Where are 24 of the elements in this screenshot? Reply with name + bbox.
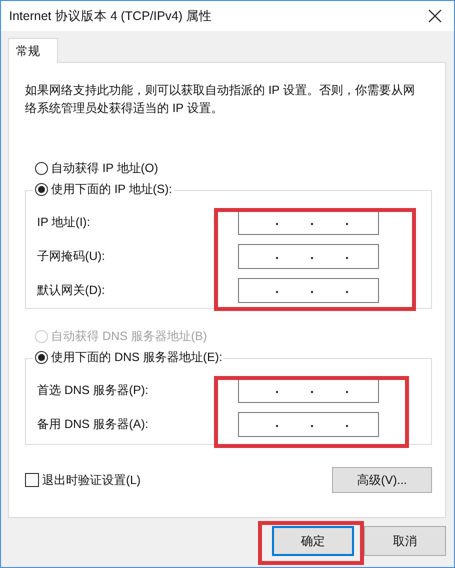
tab[interactable]: 常规 (8, 38, 58, 63)
field-label: 默认网关(D): (37, 282, 106, 298)
radio-label: 自动获得 IP 地址(O) (51, 160, 158, 176)
radio-button[interactable] (35, 182, 48, 196)
close-icon[interactable] (428, 9, 442, 23)
ip-address-field[interactable] (238, 278, 379, 302)
window-title: Internet 协议版本 4 (TCP/IPv4) 属性 (9, 8, 212, 24)
radio-label: 使用下面的 DNS 服务器地址(E): (51, 348, 222, 366)
radio-label: 使用下面的 IP 地址(S): (51, 180, 172, 198)
field-label: 首选 DNS 服务器(P): (37, 382, 150, 398)
radio-label: 自动获得 DNS 服务器地址(B) (51, 328, 207, 344)
field-label: 备用 DNS 服务器(A): (37, 416, 150, 432)
field-label: 子网掩码(U): (37, 248, 106, 264)
field-label: IP 地址(I): (37, 214, 92, 230)
dialog-button[interactable]: 取消 (364, 526, 446, 556)
ip-address-field[interactable] (238, 244, 379, 268)
description-text: 如果网络支持此功能，则可以获取自动指派的 IP 设置。否则，你需要从网络系统管理员处获得适当的 IP 设置。 (25, 82, 416, 117)
checkbox[interactable] (25, 473, 39, 487)
radio-button[interactable] (35, 350, 48, 364)
ip-address-field[interactable] (238, 412, 379, 436)
checkbox-label: 退出时验证设置(L) (42, 472, 141, 488)
dialog-button[interactable]: 确定 (272, 526, 354, 556)
advanced-button[interactable]: 高级(V)... (332, 467, 432, 493)
radio-button[interactable] (35, 162, 48, 174)
